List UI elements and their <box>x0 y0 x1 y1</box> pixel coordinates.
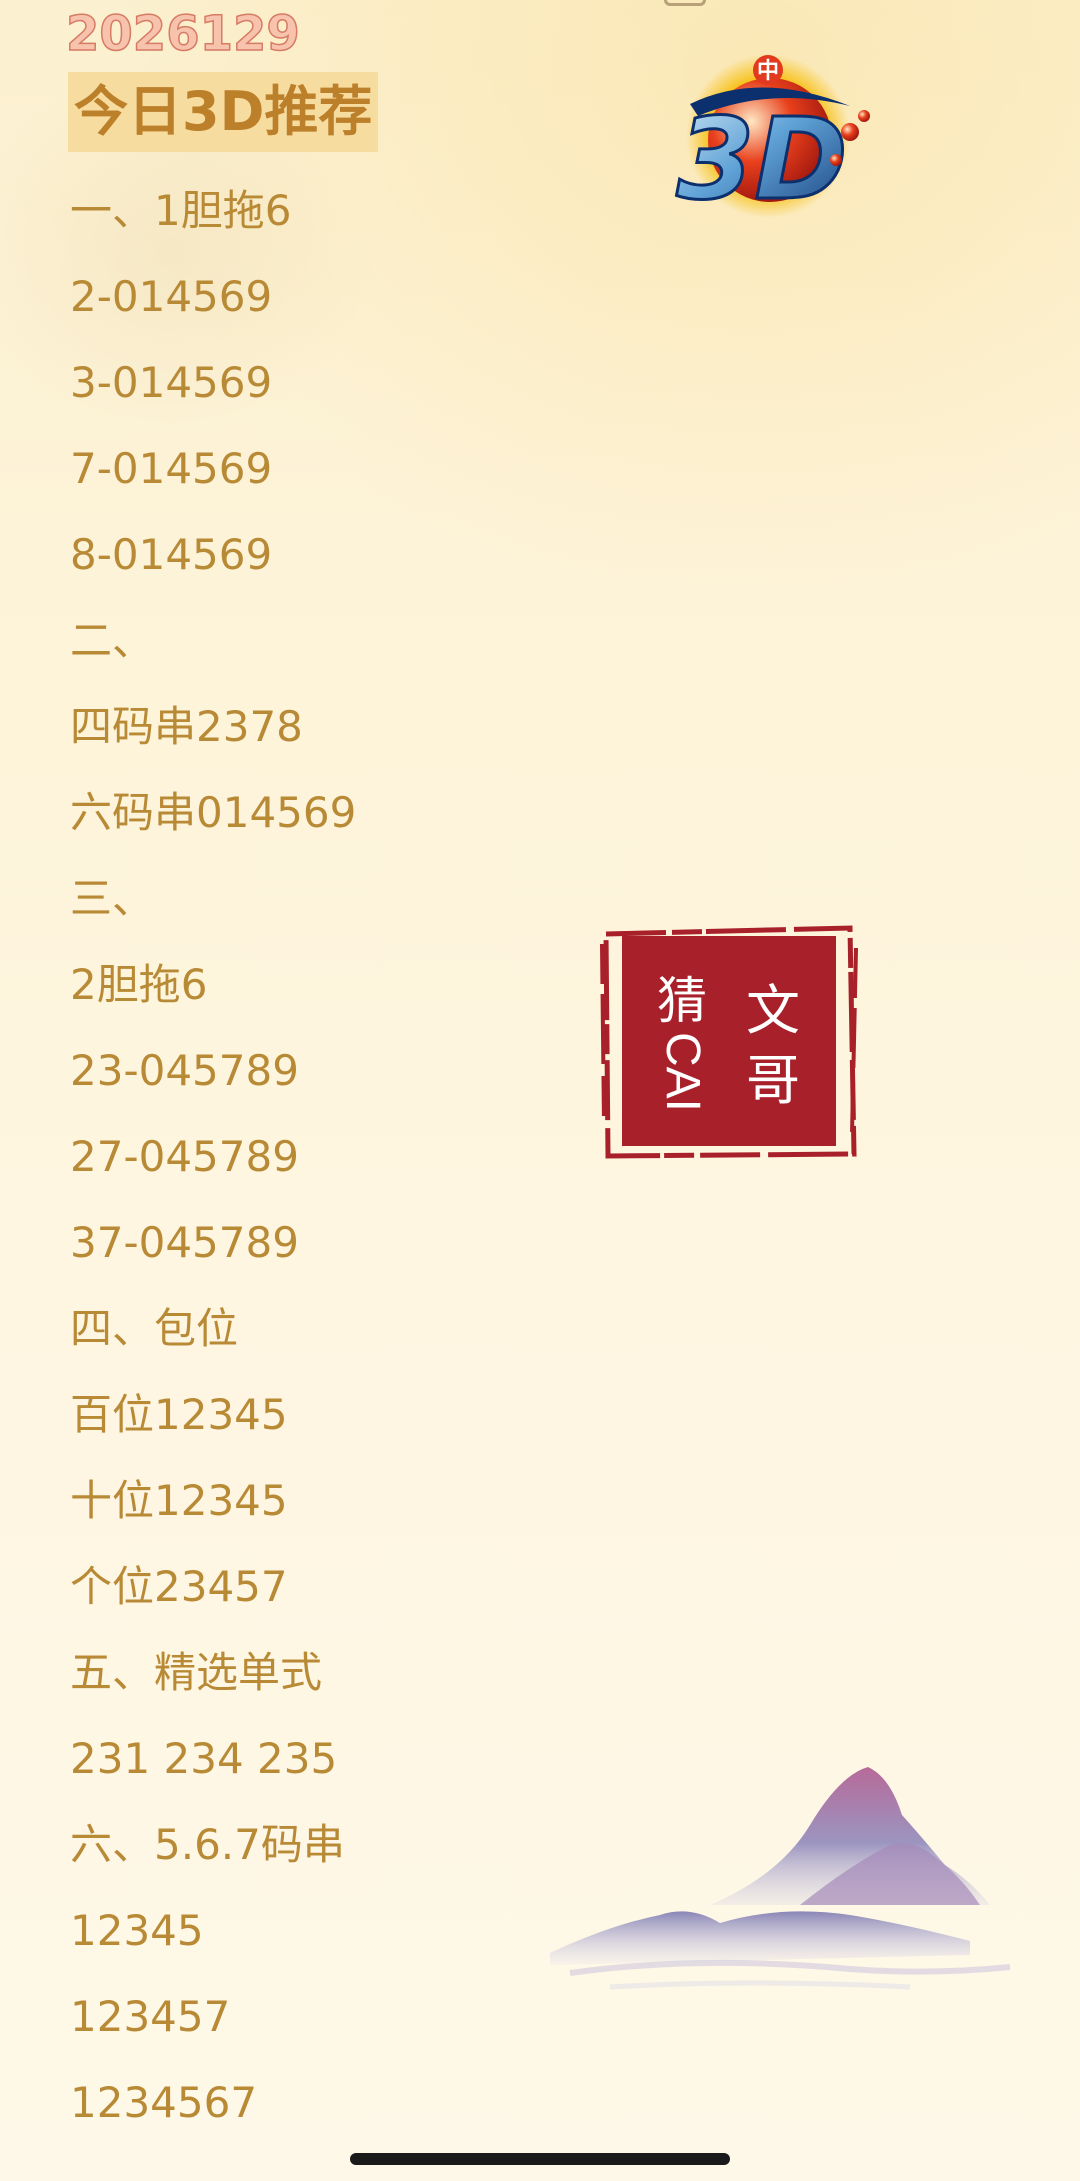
list-item: 三、 <box>70 874 155 923</box>
list-item: 五、精选单式 <box>70 1648 323 1697</box>
mountain-ink-painting-icon <box>550 1767 1011 1990</box>
list-item: 1234567 <box>70 2078 258 2127</box>
seal-left-column: 猜 CAI <box>652 972 712 1112</box>
seal-latin-cai: CAI <box>656 1032 709 1113</box>
list-item: 231 234 235 <box>70 1734 338 1783</box>
list-item: 12345 <box>70 1906 204 1955</box>
home-indicator[interactable] <box>350 2153 730 2165</box>
list-item: 六码串014569 <box>70 788 357 837</box>
list-item: 37-045789 <box>70 1218 299 1267</box>
list-item: 二、 <box>70 616 155 665</box>
list-item: 2-014569 <box>70 272 273 321</box>
logo-text: 3D <box>677 95 848 225</box>
seal-stamp-icon: 猜 CAI 文 哥 <box>600 924 858 1160</box>
list-item: 四、包位 <box>70 1304 239 1353</box>
list-item: 六、5.6.7码串 <box>70 1820 345 1869</box>
list-item: 23-045789 <box>70 1046 299 1095</box>
seal-char-wen: 文 <box>746 979 800 1042</box>
list-item: 四码串2378 <box>70 702 303 751</box>
top-handle-icon <box>664 0 706 6</box>
lottery-3d-logo-icon: 中 3D <box>675 54 870 227</box>
post-date: 2026129 <box>65 5 300 63</box>
page-title: 今日3D推荐 <box>68 72 379 152</box>
seal-char-cai: 猜 <box>657 972 707 1030</box>
list-item: 百位12345 <box>70 1390 288 1439</box>
list-item: 7-014569 <box>70 444 273 493</box>
list-item: 十位12345 <box>70 1476 288 1525</box>
seal-char-ge: 哥 <box>746 1049 800 1112</box>
list-item: 个位23457 <box>70 1562 288 1611</box>
list-item: 27-045789 <box>70 1132 299 1181</box>
list-item: 123457 <box>70 1992 231 2041</box>
seal-right-column: 文 哥 <box>738 976 808 1116</box>
logo-badge: 中 <box>757 59 779 84</box>
recommendation-list: 一、1胆拖6 2-014569 3-014569 7-014569 8-0145… <box>70 180 356 2158</box>
list-item: 3-014569 <box>70 358 273 407</box>
list-item: 一、1胆拖6 <box>70 186 292 235</box>
list-item: 8-014569 <box>70 530 273 579</box>
list-item: 2胆拖6 <box>70 960 208 1009</box>
